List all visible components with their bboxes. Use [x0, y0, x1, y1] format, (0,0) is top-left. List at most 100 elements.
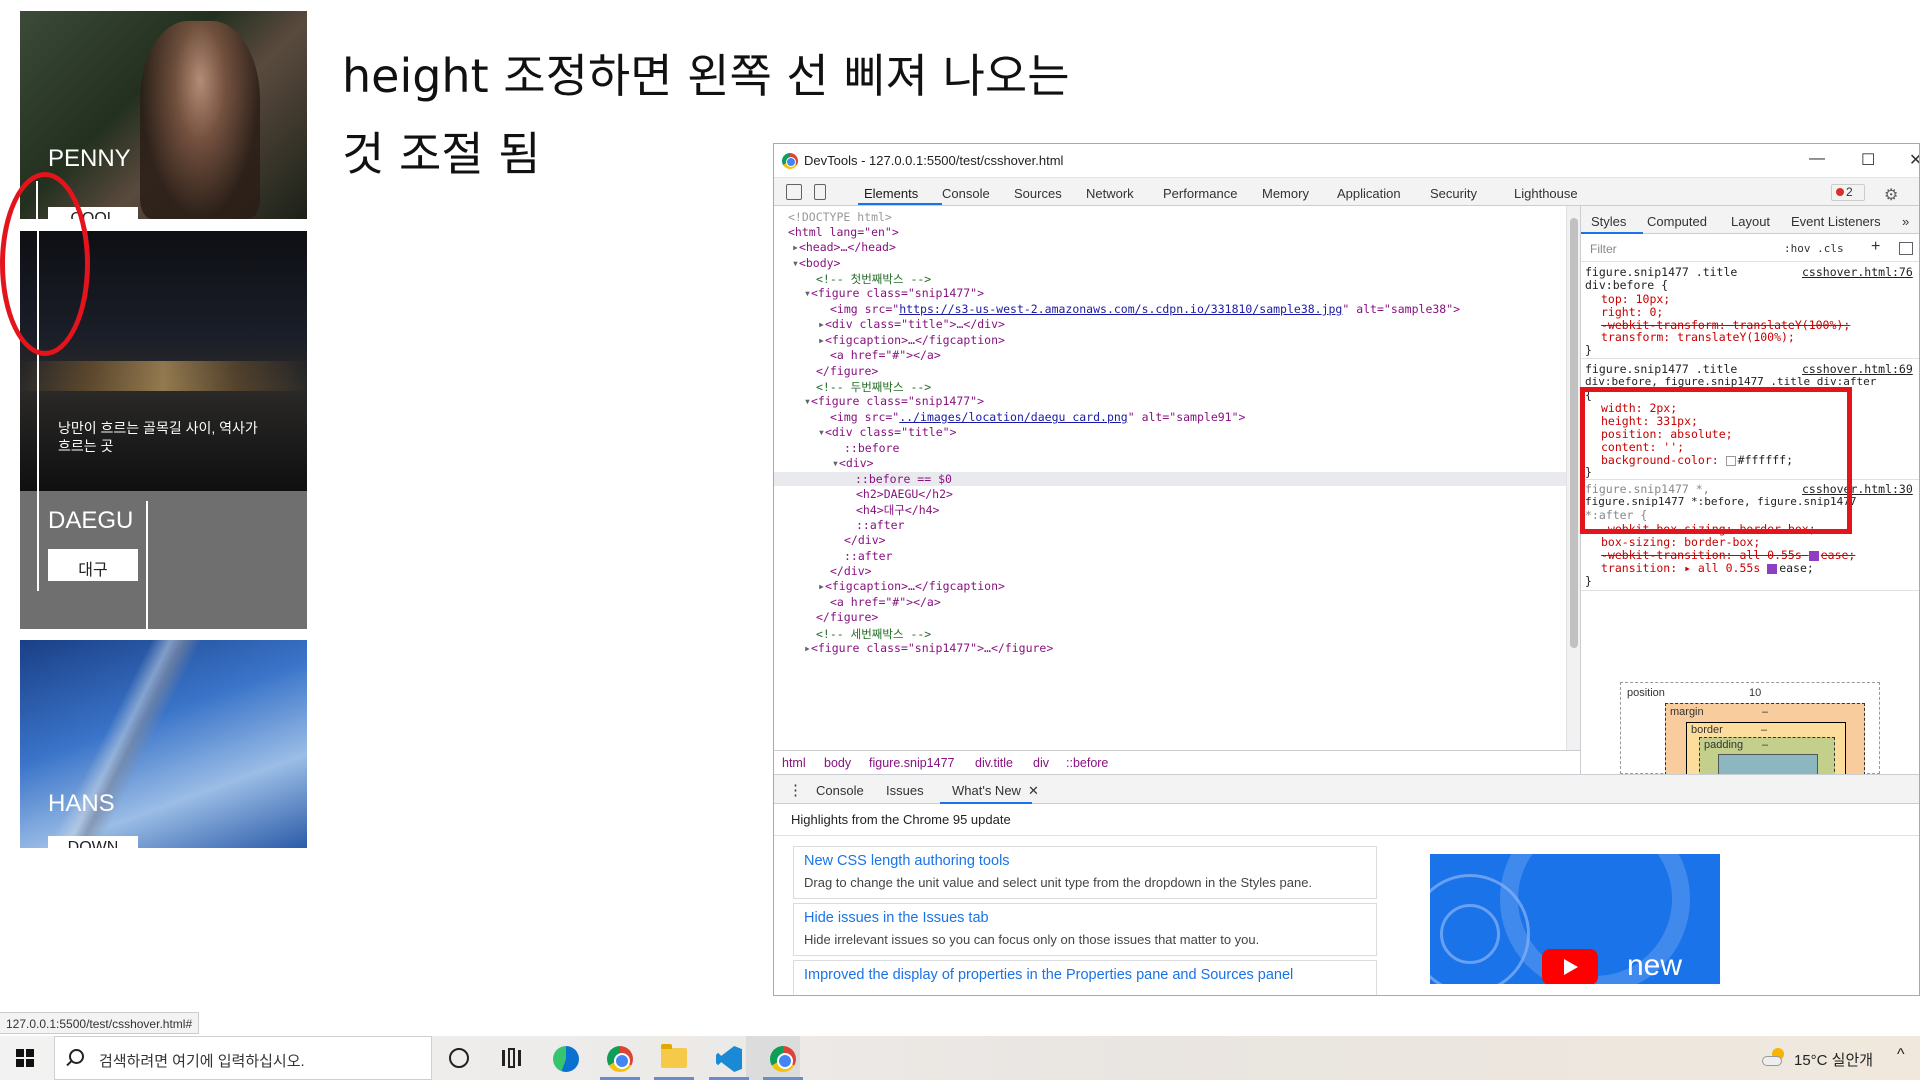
box-model-border-value[interactable]: –	[1761, 724, 1767, 736]
weather-icon[interactable]	[1762, 1048, 1784, 1068]
tree-node[interactable]: ▸<figure class="snip1477">…</figure>	[804, 641, 1053, 655]
tree-link[interactable]: https://s3-us-west-2.amazonaws.com/s.cdp…	[899, 302, 1342, 316]
drawer-tab-issues[interactable]: Issues	[886, 783, 924, 798]
tab-computed[interactable]: Computed	[1647, 214, 1707, 229]
expand-triangle-icon[interactable]: ▸	[818, 579, 825, 593]
tree-node[interactable]: <!-- 두번째박스 -->	[816, 379, 931, 395]
minimize-button[interactable]: —	[1809, 150, 1825, 168]
box-model-position-value[interactable]: 10	[1749, 687, 1761, 699]
breadcrumb-item[interactable]: figure.snip1477	[869, 756, 954, 770]
collapse-triangle-icon[interactable]: ▾	[804, 394, 811, 408]
style-property[interactable]: transition: ▸ all 0.55s ease;	[1601, 561, 1814, 575]
tree-node[interactable]: ▾<figure class="snip1477">	[804, 286, 984, 300]
tree-node[interactable]: ::after	[856, 518, 904, 532]
rule-source-link[interactable]: csshover.html:69	[1802, 362, 1913, 376]
file-explorer-icon[interactable]	[661, 1044, 687, 1068]
easing-swatch-icon[interactable]	[1808, 550, 1819, 561]
toggle-sidebar-icon[interactable]	[1899, 242, 1913, 255]
tree-node[interactable]: ::after	[844, 549, 892, 563]
whats-new-item[interactable]: Hide issues in the Issues tab Hide irrel…	[793, 903, 1377, 956]
breadcrumb-item[interactable]: html	[782, 756, 806, 770]
expand-triangle-icon[interactable]: ▸	[804, 641, 811, 655]
chrome-devtools-icon[interactable]	[770, 1046, 796, 1072]
chevron-up-icon[interactable]: ^	[1897, 1046, 1905, 1064]
collapse-triangle-icon[interactable]: ▾	[818, 425, 825, 439]
weather-text[interactable]: 15°C 실안개	[1794, 1049, 1873, 1070]
inspect-element-icon[interactable]	[786, 184, 802, 200]
tab-elements[interactable]: Elements	[864, 186, 918, 201]
tree-node[interactable]: <!DOCTYPE html>	[788, 210, 892, 224]
breadcrumb-item[interactable]: body	[824, 756, 851, 770]
expand-triangle-icon[interactable]: ▸	[792, 240, 799, 254]
maximize-button[interactable]: ☐	[1861, 150, 1875, 170]
cortana-icon[interactable]	[449, 1048, 469, 1068]
tree-node[interactable]: <img src="https://s3-us-west-2.amazonaws…	[830, 302, 1460, 316]
tab-network[interactable]: Network	[1086, 186, 1134, 201]
tab-event-listeners[interactable]: Event Listeners	[1791, 214, 1881, 229]
tree-node[interactable]: ▸<figcaption>…</figcaption>	[818, 333, 1005, 347]
tab-sources[interactable]: Sources	[1014, 186, 1062, 201]
collapse-triangle-icon[interactable]: ▾	[792, 256, 799, 270]
new-style-rule-button[interactable]: +	[1871, 238, 1880, 256]
style-property[interactable]: transform: translateY(100%);	[1601, 330, 1795, 344]
styles-filter-input[interactable]: Filter	[1590, 242, 1617, 256]
whats-new-video-thumbnail[interactable]: new	[1430, 854, 1720, 984]
whats-new-item-title[interactable]: Improved the display of properties in th…	[804, 967, 1293, 983]
drawer-tab-console[interactable]: Console	[816, 783, 864, 798]
tree-node[interactable]: </figure>	[816, 610, 878, 624]
devtools-window[interactable]: DevTools - 127.0.0.1:5500/test/csshover.…	[773, 143, 1920, 996]
style-property[interactable]: top: 10px;	[1601, 292, 1670, 306]
edge-icon[interactable]	[553, 1046, 579, 1072]
tree-node[interactable]: <a href="#"></a>	[830, 595, 941, 609]
tree-node[interactable]: <!-- 세번째박스 -->	[816, 626, 931, 642]
tree-node[interactable]: </div>	[830, 564, 872, 578]
more-tabs-chevron-icon[interactable]: »	[1902, 214, 1909, 229]
tab-lighthouse[interactable]: Lighthouse	[1514, 186, 1578, 201]
tree-node[interactable]: <img src="../images/location/daegu card.…	[830, 410, 1245, 424]
tree-node[interactable]: <html lang="en">	[788, 225, 899, 239]
tree-node[interactable]: ▾<div class="title">	[818, 425, 957, 439]
vscode-icon[interactable]	[716, 1046, 742, 1072]
tree-node[interactable]: <h4>대구</h4>	[856, 502, 939, 518]
search-input[interactable]: 검색하려면 여기에 입력하십시오.	[99, 1050, 305, 1071]
elements-scrollbar[interactable]	[1566, 206, 1580, 750]
error-count-badge[interactable]: 2	[1831, 184, 1865, 201]
hov-cls-toggles[interactable]: :hov .cls	[1784, 242, 1844, 255]
tree-node[interactable]: </figure>	[816, 364, 878, 378]
tree-link[interactable]: ../images/location/daegu card.png	[899, 410, 1127, 424]
tree-node[interactable]: <h2>DAEGU</h2>	[856, 487, 953, 501]
taskbar-search-box[interactable]: 검색하려면 여기에 입력하십시오.	[54, 1036, 432, 1080]
tree-node[interactable]: ▾<body>	[792, 256, 840, 270]
tab-performance[interactable]: Performance	[1163, 186, 1237, 201]
tab-application[interactable]: Application	[1337, 186, 1401, 201]
breadcrumb-item[interactable]: ::before	[1066, 756, 1108, 770]
device-toolbar-icon[interactable]	[814, 184, 826, 200]
style-property-overridden[interactable]: -webkit-transition: all 0.55s ease;	[1601, 548, 1855, 562]
breadcrumb-item[interactable]: div	[1033, 756, 1049, 770]
collapse-triangle-icon[interactable]: ▾	[804, 286, 811, 300]
tab-layout[interactable]: Layout	[1731, 214, 1770, 229]
task-view-icon[interactable]	[500, 1048, 522, 1068]
tree-node[interactable]: ▾<figure class="snip1477">	[804, 394, 984, 408]
drawer-tab-whats-new[interactable]: What's New	[952, 783, 1021, 798]
style-property[interactable]: box-sizing: border-box;	[1601, 535, 1760, 549]
tree-node-selected[interactable]: ::before == $0	[774, 472, 1566, 486]
youtube-play-icon[interactable]	[1542, 949, 1598, 984]
windows-start-icon[interactable]	[16, 1049, 34, 1067]
tab-memory[interactable]: Memory	[1262, 186, 1309, 201]
box-model-margin-value[interactable]: –	[1762, 706, 1768, 718]
tree-node[interactable]: ▸<head>…</head>	[792, 240, 896, 254]
tree-node[interactable]: </div>	[844, 533, 886, 547]
whats-new-item-title[interactable]: New CSS length authoring tools	[804, 853, 1010, 869]
chrome-icon[interactable]	[607, 1046, 633, 1072]
scrollbar-thumb[interactable]	[1570, 218, 1578, 648]
drawer-menu-icon[interactable]: ⋮	[788, 781, 803, 799]
tab-console[interactable]: Console	[942, 186, 990, 201]
tree-node[interactable]: <a href="#"></a>	[830, 348, 941, 362]
figure-card-daegu-bottom[interactable]: DAEGU 대구	[20, 491, 307, 629]
elements-tree[interactable]: <!DOCTYPE html> <html lang="en"> ▸<head>…	[774, 206, 1566, 750]
gear-icon[interactable]: ⚙	[1884, 185, 1898, 205]
tree-node[interactable]: <!-- 첫번째박스 -->	[816, 271, 931, 287]
close-button[interactable]: ✕	[1909, 150, 1919, 170]
whats-new-item-title[interactable]: Hide issues in the Issues tab	[804, 910, 989, 926]
